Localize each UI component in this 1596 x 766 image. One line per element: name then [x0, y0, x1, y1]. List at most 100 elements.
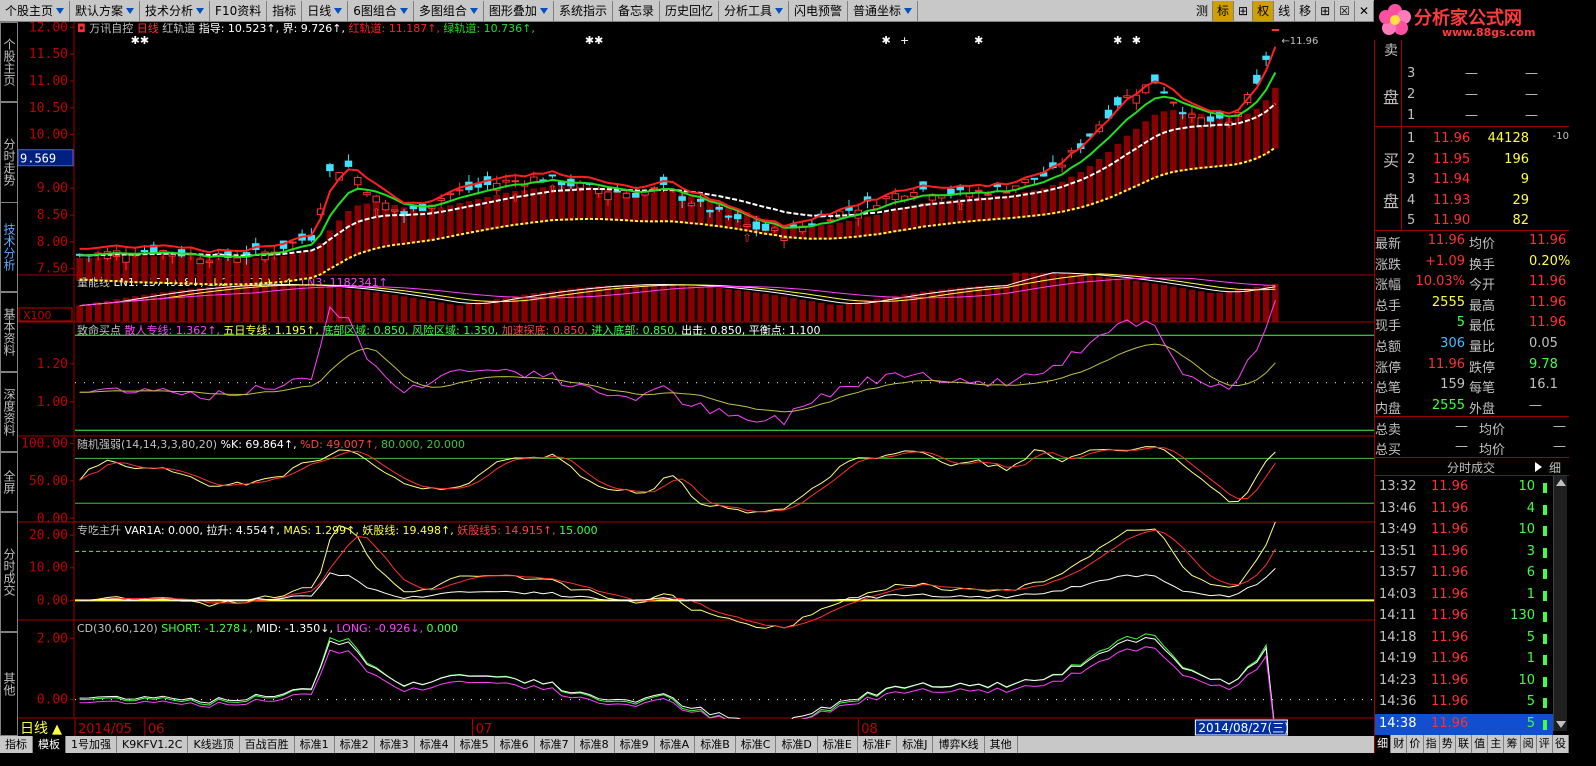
left-nav-3[interactable]: 基本资料 [0, 292, 18, 372]
toolbar-right-button-4[interactable]: 线 [1274, 0, 1296, 21]
buy-level-row[interactable]: 3 11.94 9 [1375, 170, 1569, 191]
indicator-tab-22[interactable]: 博弈K线 [933, 736, 985, 753]
tick-row[interactable]: 14:19 11.96 1 [1375, 649, 1553, 672]
right-tab-3[interactable]: 指 [1424, 735, 1440, 753]
scroll-down-icon[interactable] [1556, 721, 1566, 728]
sell-level-row[interactable]: 2 — — [1375, 85, 1569, 106]
right-tab-10[interactable]: 评 [1537, 735, 1553, 753]
toolbar-button-1[interactable]: 默认方案 [70, 0, 141, 21]
right-tab-7[interactable]: 主 [1488, 735, 1505, 753]
indicator-tab-21[interactable]: 标准J [897, 736, 934, 753]
indicator-tab-3[interactable]: K9KFV1.2C [117, 736, 189, 753]
toolbar-button-3[interactable]: F10资料 [210, 0, 268, 21]
toolbar-right-button-8[interactable]: ✕ [1355, 0, 1374, 21]
tick-detail-button[interactable]: 细 [1549, 459, 1561, 476]
right-tab-6[interactable]: 值 [1472, 735, 1489, 753]
indicator-tab-13[interactable]: 标准8 [575, 736, 615, 753]
sell-level-row[interactable]: 3 — — [1375, 64, 1569, 85]
indicator-tab-0[interactable]: 指标 [0, 736, 33, 753]
indicator-tab-16[interactable]: 标准B [695, 736, 736, 753]
left-nav-7[interactable]: 其他 [0, 632, 18, 736]
toolbar-button-5[interactable]: 日线 [302, 0, 349, 21]
tick-row[interactable]: 14:11 11.96 130 [1375, 606, 1553, 629]
tick-row[interactable]: 14:38 11.96 5 [1375, 713, 1553, 737]
toolbar-button-0[interactable]: 个股主页 [0, 0, 71, 21]
toolbar-right-button-2[interactable]: ⊞ [1234, 0, 1254, 21]
tick-row[interactable]: 14:03 11.96 1 [1375, 585, 1553, 608]
scroll-up-icon[interactable] [1556, 479, 1566, 486]
tick-scrollbar[interactable] [1553, 476, 1567, 731]
dropdown-arrow-icon[interactable] [126, 7, 135, 14]
indicator-tab-15[interactable]: 标准A [655, 736, 696, 753]
dropdown-arrow-icon[interactable] [196, 7, 205, 14]
buy-level-row[interactable]: 4 11.93 29 [1375, 191, 1569, 212]
toolbar-button-12[interactable]: 分析工具 [719, 0, 789, 21]
toolbar-right-button-6[interactable]: ⊞ [1316, 0, 1336, 21]
indicator-tab-18[interactable]: 标准D [776, 736, 818, 753]
left-nav-4[interactable]: 深度资料 [0, 372, 18, 452]
indicator-tab-5[interactable]: 百战百胜 [240, 736, 295, 753]
buy-level-row[interactable]: 5 11.90 82 [1375, 211, 1569, 232]
dropdown-arrow-icon[interactable] [399, 7, 408, 14]
indicator-tab-11[interactable]: 标准6 [495, 736, 535, 753]
tick-row[interactable]: 14:18 11.96 5 [1375, 628, 1553, 651]
tick-row[interactable]: 14:36 11.96 5 [1375, 692, 1553, 715]
right-tab-1[interactable]: 财 [1391, 735, 1408, 753]
indicator-tab-10[interactable]: 标准5 [455, 736, 495, 753]
tick-row[interactable]: 13:46 11.96 4 [1375, 499, 1553, 522]
tick-row[interactable]: 14:23 11.96 10 [1375, 671, 1553, 694]
indicator-tab-14[interactable]: 标准9 [615, 736, 655, 753]
indicator-tab-2[interactable]: 1号加强 [66, 736, 117, 753]
right-tab-8[interactable]: 筹 [1504, 735, 1521, 753]
toolbar-button-2[interactable]: 技术分析 [140, 0, 211, 21]
indicator-tab-23[interactable]: 其他 [985, 736, 1018, 753]
toolbar-right-button-7[interactable]: ☒ [1335, 0, 1355, 21]
toolbar-button-10[interactable]: 备忘录 [613, 0, 660, 21]
buy-level-row[interactable]: 2 11.95 196 [1375, 150, 1569, 171]
right-tab-5[interactable]: 联 [1456, 735, 1473, 753]
buy-level-row[interactable]: 1 11.96 44128 -10 [1375, 129, 1569, 150]
toolbar-button-9[interactable]: 系统指示 [554, 0, 613, 21]
toolbar-button-7[interactable]: 多图组合 [414, 0, 484, 21]
tick-row[interactable]: 13:57 11.96 6 [1375, 563, 1553, 586]
toolbar-right-button-5[interactable]: 移 [1295, 0, 1317, 21]
indicator-tab-12[interactable]: 标准7 [535, 736, 575, 753]
right-tab-0[interactable]: 细 [1375, 735, 1392, 753]
left-nav-2[interactable]: 技术分析 [0, 202, 18, 292]
dropdown-arrow-icon[interactable] [334, 7, 343, 14]
left-nav-5[interactable]: 全屏 [0, 452, 18, 512]
indicator-tab-20[interactable]: 标准F [858, 736, 898, 753]
toolbar-right-button-1[interactable]: 标 [1212, 0, 1234, 21]
right-tab-4[interactable]: 势 [1440, 735, 1456, 753]
dropdown-arrow-icon[interactable] [539, 7, 548, 14]
indicator-tab-1[interactable]: 模板 [33, 736, 66, 753]
dropdown-arrow-icon[interactable] [904, 7, 913, 14]
toolbar-button-6[interactable]: 6图组合 [348, 0, 414, 21]
indicator-tab-17[interactable]: 标准C [736, 736, 777, 753]
toolbar-button-14[interactable]: 普通坐标 [848, 0, 919, 21]
toolbar-button-11[interactable]: 历史回忆 [660, 0, 719, 21]
dropdown-arrow-icon[interactable] [775, 7, 783, 14]
toolbar-button-13[interactable]: 闪电预警 [789, 0, 849, 21]
left-nav-6[interactable]: 分时成交 [0, 512, 18, 632]
tick-row[interactable]: 13:32 11.96 10 [1375, 477, 1553, 500]
toolbar-right-button-3[interactable]: 权 [1253, 0, 1275, 21]
tick-row[interactable]: 13:51 11.96 3 [1375, 542, 1553, 565]
kline-chart-area[interactable]: 12.0011.5011.0010.5010.009.509.008.508.0… [18, 22, 1374, 736]
right-tab-2[interactable]: 价 [1407, 735, 1424, 753]
toolbar-button-8[interactable]: 图形叠加 [484, 0, 554, 21]
indicator-tab-6[interactable]: 标准1 [295, 736, 335, 753]
toolbar-right-button-0[interactable]: 测 [1192, 0, 1213, 21]
sell-level-row[interactable]: 1 — — [1375, 106, 1569, 127]
toolbar-button-4[interactable]: 指标 [267, 0, 303, 21]
tick-row[interactable]: 13:49 11.96 10 [1375, 520, 1553, 543]
indicator-tab-4[interactable]: K线逃顶 [188, 736, 240, 753]
indicator-tab-19[interactable]: 标准E [818, 736, 858, 753]
play-arrow-icon[interactable] [1535, 462, 1542, 472]
dropdown-arrow-icon[interactable] [469, 7, 478, 14]
indicator-tab-8[interactable]: 标准3 [375, 736, 415, 753]
right-tab-11[interactable]: 役 [1553, 735, 1570, 753]
dropdown-arrow-icon[interactable] [56, 7, 65, 14]
indicator-tab-7[interactable]: 标准2 [335, 736, 375, 753]
right-tab-9[interactable]: 阅 [1521, 735, 1537, 753]
